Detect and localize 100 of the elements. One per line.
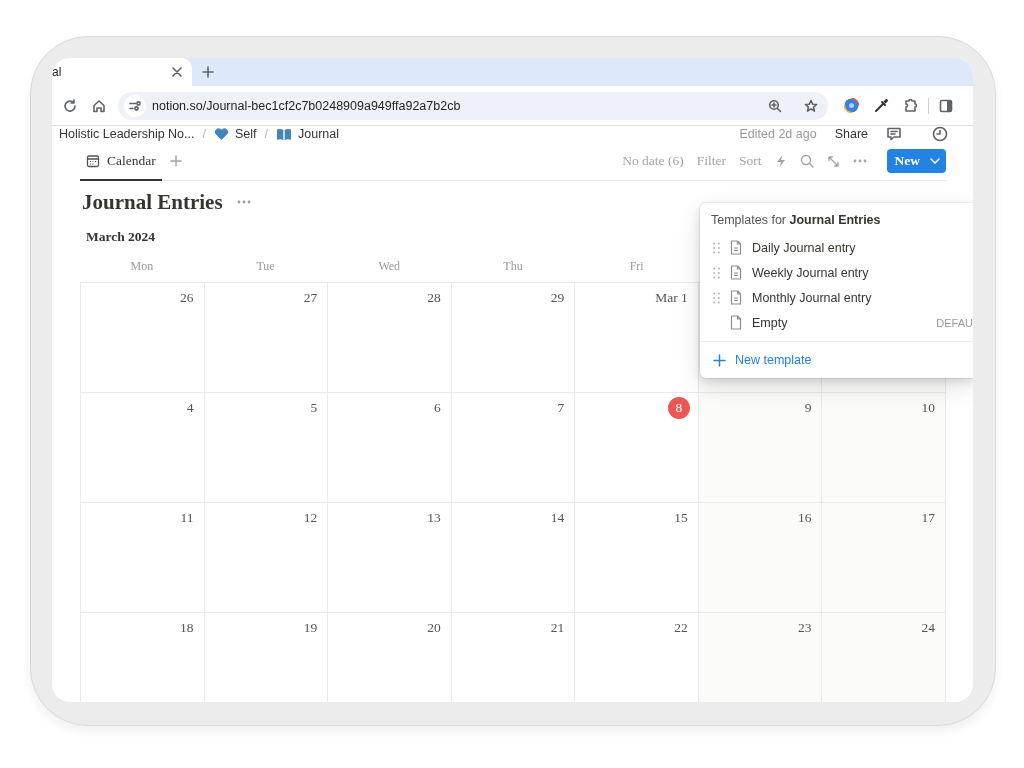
calendar-cell[interactable]: 11 (81, 503, 205, 613)
calendar-cell[interactable]: 15 (575, 503, 699, 613)
calendar-cell[interactable]: 17 (822, 503, 946, 613)
share-link[interactable]: Share (834, 127, 868, 141)
calendar-cell[interactable]: 13 (328, 503, 452, 613)
more-icon[interactable] (852, 159, 867, 163)
calendar-cell[interactable]: 23 (698, 613, 823, 702)
template-item[interactable]: Weekly Journal entry (700, 260, 973, 285)
home-icon[interactable] (92, 98, 106, 113)
calendar-cell[interactable]: 12 (204, 503, 329, 613)
day-number: 4 (185, 399, 195, 417)
template-item[interactable]: Empty DEFAU (700, 310, 973, 335)
template-item[interactable]: Daily Journal entry (700, 235, 973, 260)
month-label: March 2024 (86, 228, 156, 245)
url-text: notion.so/Journal-bec1cf2c7b0248909a949ffa92a7b2cb (152, 98, 462, 113)
zoom-icon[interactable] (768, 98, 782, 113)
day-number: 22 (673, 619, 689, 637)
new-button[interactable]: New (886, 149, 946, 173)
chevron-down-icon[interactable] (930, 158, 940, 164)
calendar-cell[interactable]: 26 (81, 283, 205, 393)
day-number: 9 (803, 399, 813, 417)
puzzle-icon[interactable] (903, 98, 918, 113)
reload-icon[interactable] (63, 98, 77, 113)
calendar-cell[interactable]: 29 (451, 283, 576, 393)
document-icon (730, 265, 742, 280)
calendar-cell[interactable]: 24 (822, 613, 946, 702)
more-icon[interactable] (236, 200, 251, 204)
new-template-button[interactable]: New template (700, 341, 973, 378)
weekday-label: Fri (628, 258, 645, 274)
calendar-cell[interactable]: 28 (328, 283, 452, 393)
site-settings-icon[interactable] (124, 94, 146, 117)
template-item[interactable]: Monthly Journal entry (700, 285, 973, 310)
view-tab[interactable]: Calendar (80, 142, 162, 181)
day-number: 16 (796, 509, 813, 527)
clock-icon[interactable] (932, 126, 948, 142)
calendar-cell[interactable]: 18 (81, 613, 205, 702)
weekday-label: Thu (502, 258, 524, 274)
calendar-cell[interactable]: 6 (328, 393, 452, 503)
day-number: 14 (549, 509, 566, 527)
day-number: 19 (302, 619, 319, 637)
calendar-cell[interactable]: 7 (451, 393, 576, 503)
day-number: 29 (549, 289, 566, 307)
day-number: 21 (549, 619, 566, 637)
calendar-cell[interactable]: 22 (575, 613, 699, 702)
day-number: 12 (302, 509, 319, 527)
day-number: 13 (426, 509, 442, 527)
document-icon (730, 290, 742, 305)
default-tag: DEFAU (936, 316, 973, 329)
drag-handle-icon[interactable] (713, 266, 720, 279)
menu-heading: Templates for Journal Entries (710, 213, 882, 229)
day-number: 17 (920, 509, 936, 527)
plus-icon[interactable] (202, 66, 214, 78)
extension-icon[interactable] (844, 98, 859, 113)
day-number: 27 (302, 289, 319, 307)
calendar-cell[interactable]: 10 (822, 393, 946, 503)
calendar-icon (86, 153, 100, 168)
calendar-cell[interactable]: 16 (698, 503, 823, 613)
close-icon[interactable] (172, 67, 182, 77)
day-number: 10 (920, 399, 936, 417)
day-number: 7 (556, 399, 566, 417)
browser-tab[interactable]: al (52, 58, 192, 86)
expand-icon[interactable] (826, 154, 840, 168)
edited-time: Edited 2d ago (739, 127, 817, 141)
calendar-cell[interactable]: 14 (451, 503, 576, 613)
comment-icon[interactable] (886, 126, 902, 142)
plus-icon (713, 353, 726, 367)
document-icon (730, 240, 742, 255)
day-number: 23 (796, 619, 813, 637)
calendar-cell[interactable]: 19 (204, 613, 329, 702)
day-number: 11 (179, 509, 195, 527)
calendar-cell[interactable]: 20 (328, 613, 452, 702)
calendar-cell[interactable]: 5 (204, 393, 329, 503)
breadcrumb-separator: / (264, 127, 268, 141)
weekday-label: Wed (377, 258, 402, 274)
weekday-label: Mon (129, 258, 155, 274)
calendar-cell[interactable]: 21 (451, 613, 576, 702)
day-number: Mar 1 (654, 289, 689, 307)
calendar-cell[interactable]: 4 (81, 393, 205, 503)
star-icon[interactable] (804, 98, 818, 113)
day-number: 24 (920, 619, 936, 637)
day-number: 18 (179, 619, 195, 637)
breadcrumb-link[interactable]: Holistic Leadership No... (59, 127, 195, 141)
weekday-label: Tue (255, 258, 276, 274)
lightning-icon[interactable] (774, 154, 787, 168)
document-icon (730, 315, 742, 330)
calendar-cell[interactable]: Mar 1 (575, 283, 699, 393)
breadcrumb-link[interactable]: Self (234, 127, 257, 141)
sidebar-icon[interactable] (939, 98, 953, 113)
calendar-cell[interactable]: 27 (204, 283, 329, 393)
breadcrumb-link[interactable]: Journal (298, 127, 339, 141)
drag-handle-icon[interactable] (713, 291, 720, 304)
eyedropper-icon[interactable] (874, 98, 889, 113)
day-number: 5 (309, 399, 319, 417)
address-bar[interactable]: notion.so/Journal-bec1cf2c7b0248909a949ffa92a7b2cb (118, 91, 828, 120)
drag-handle-icon[interactable] (713, 241, 720, 254)
calendar-cell[interactable]: 9 (698, 393, 823, 503)
day-number: 15 (673, 509, 689, 527)
day-number: 20 (426, 619, 442, 637)
search-icon[interactable] (799, 154, 814, 168)
day-number: 8 (667, 397, 690, 419)
